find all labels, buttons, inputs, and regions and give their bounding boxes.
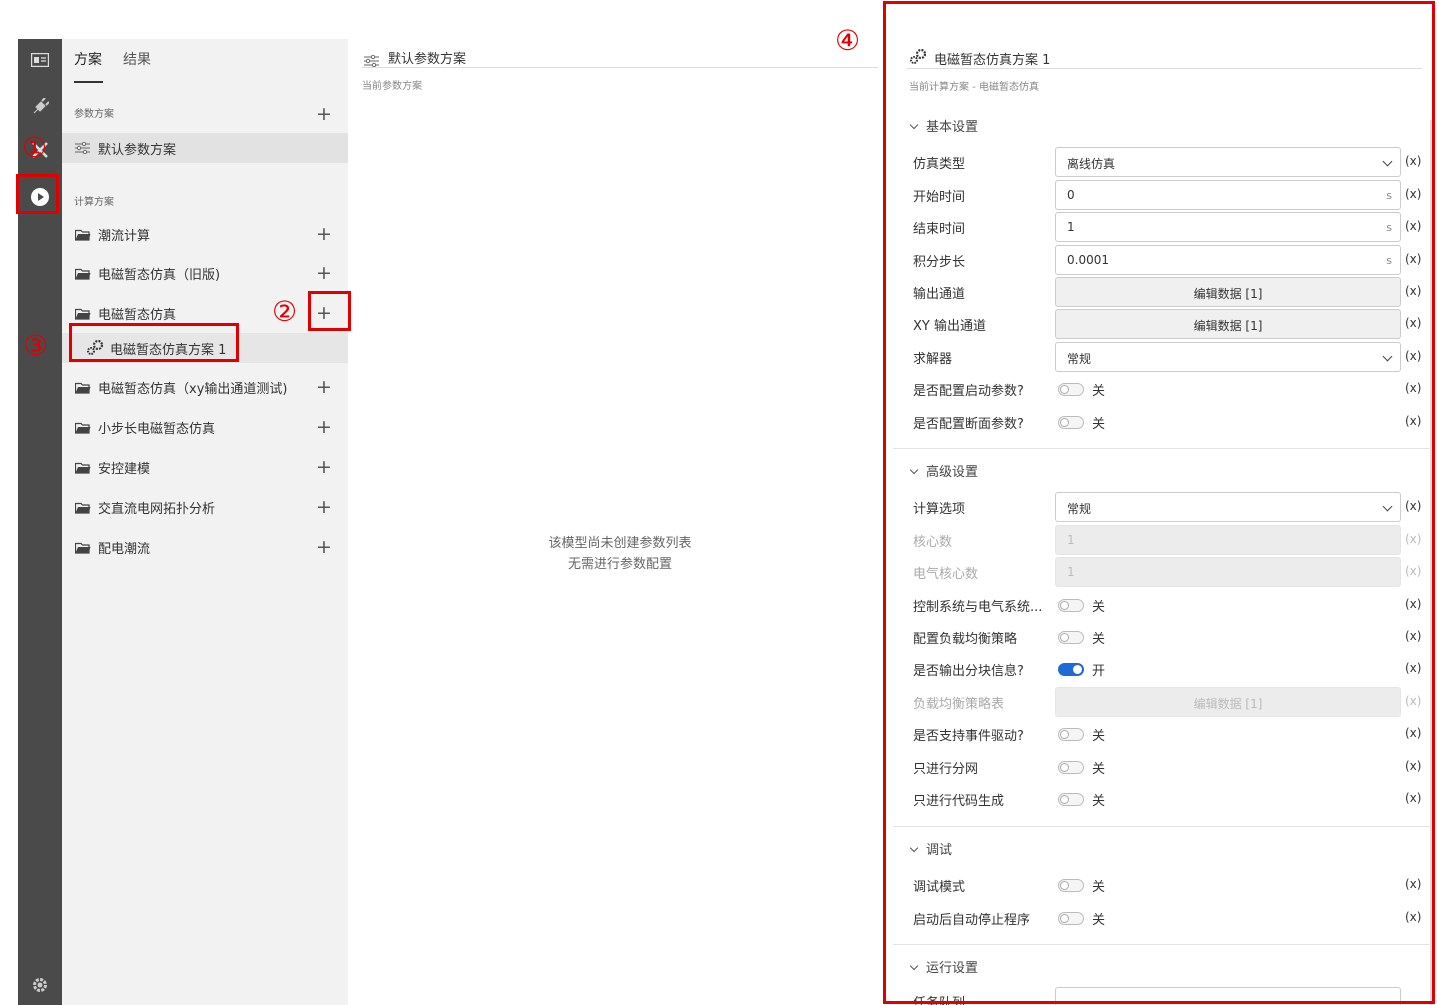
- calc-item[interactable]: 电磁暂态仿真（旧版) +: [62, 258, 348, 288]
- calc-item[interactable]: 潮流计算 +: [62, 219, 348, 249]
- calc-item-label: 配电潮流: [98, 541, 151, 557]
- empty-state: 该模型尚未创建参数列表 无需进行参数配置: [348, 533, 888, 575]
- annotation-box-2: [308, 291, 351, 331]
- tab-results[interactable]: 结果: [123, 49, 151, 69]
- annotation-box-4: [883, 1, 1435, 1004]
- add-calc-button[interactable]: +: [316, 225, 332, 244]
- calc-item-label: 交直流电网拓扑分析: [98, 501, 216, 517]
- middle-divider: [362, 67, 878, 68]
- param-section-label: 参数方案: [74, 109, 114, 120]
- scheme-panel: 方案 结果 参数方案 + 默认参数方案 计算方案 潮流计算 + 电磁暂态仿真（旧…: [62, 39, 348, 1005]
- calc-item[interactable]: 安控建模 +: [62, 452, 348, 482]
- calc-item-label: 电磁暂态仿真（旧版): [98, 267, 221, 283]
- folder-icon: [74, 382, 91, 394]
- add-param-scheme-button[interactable]: +: [316, 105, 332, 124]
- calc-item-label: 潮流计算: [98, 228, 151, 244]
- calc-item-label: 电磁暂态仿真: [98, 307, 177, 323]
- tab-scheme[interactable]: 方案: [74, 49, 102, 69]
- annotation-marker-4: ④: [835, 24, 861, 57]
- param-detail-panel: 默认参数方案 当前参数方案 该模型尚未创建参数列表 无需进行参数配置: [348, 39, 888, 1005]
- calc-item-label: 安控建模: [98, 461, 151, 477]
- empty-line-2: 无需进行参数配置: [567, 557, 672, 572]
- calc-item[interactable]: 小步长电磁暂态仿真 +: [62, 412, 348, 442]
- param-item-default[interactable]: 默认参数方案: [62, 133, 348, 163]
- calc-section-label: 计算方案: [74, 197, 114, 208]
- annotation-marker-3: ③: [23, 329, 49, 362]
- settings-gear-icon[interactable]: [18, 967, 62, 1003]
- annotation-box-1: [16, 174, 59, 214]
- add-calc-button[interactable]: +: [316, 264, 332, 283]
- add-calc-button[interactable]: +: [316, 418, 332, 437]
- calc-item[interactable]: 电磁暂态仿真（xy输出通道测试) +: [62, 372, 348, 402]
- folder-icon: [74, 422, 91, 434]
- add-calc-button[interactable]: +: [316, 458, 332, 477]
- sliders-icon: [75, 141, 90, 158]
- middle-subtitle: 当前参数方案: [362, 81, 422, 92]
- add-calc-button[interactable]: +: [316, 378, 332, 397]
- model-icon[interactable]: [18, 42, 62, 78]
- add-calc-button[interactable]: +: [316, 498, 332, 517]
- folder-icon: [74, 229, 91, 241]
- active-tab-underline: [74, 81, 103, 83]
- annotation-box-3: [69, 323, 239, 362]
- sliders-icon: [364, 52, 379, 71]
- param-item-label: 默认参数方案: [98, 142, 177, 158]
- calc-item-label: 电磁暂态仿真（xy输出通道测试): [98, 381, 288, 397]
- calc-item[interactable]: 配电潮流 +: [62, 532, 348, 562]
- calc-item-label: 小步长电磁暂态仿真: [98, 421, 216, 437]
- annotation-marker-1: ①: [22, 131, 48, 164]
- plugin-icon[interactable]: [18, 89, 62, 125]
- empty-line-1: 该模型尚未创建参数列表: [548, 536, 692, 551]
- folder-icon: [74, 268, 91, 280]
- middle-title: 默认参数方案: [388, 52, 467, 67]
- folder-icon: [74, 502, 91, 514]
- folder-icon: [74, 308, 91, 320]
- calc-item[interactable]: 交直流电网拓扑分析 +: [62, 492, 348, 522]
- annotation-marker-2: ②: [272, 295, 298, 328]
- add-calc-button[interactable]: +: [316, 538, 332, 557]
- folder-icon: [74, 462, 91, 474]
- folder-icon: [74, 542, 91, 554]
